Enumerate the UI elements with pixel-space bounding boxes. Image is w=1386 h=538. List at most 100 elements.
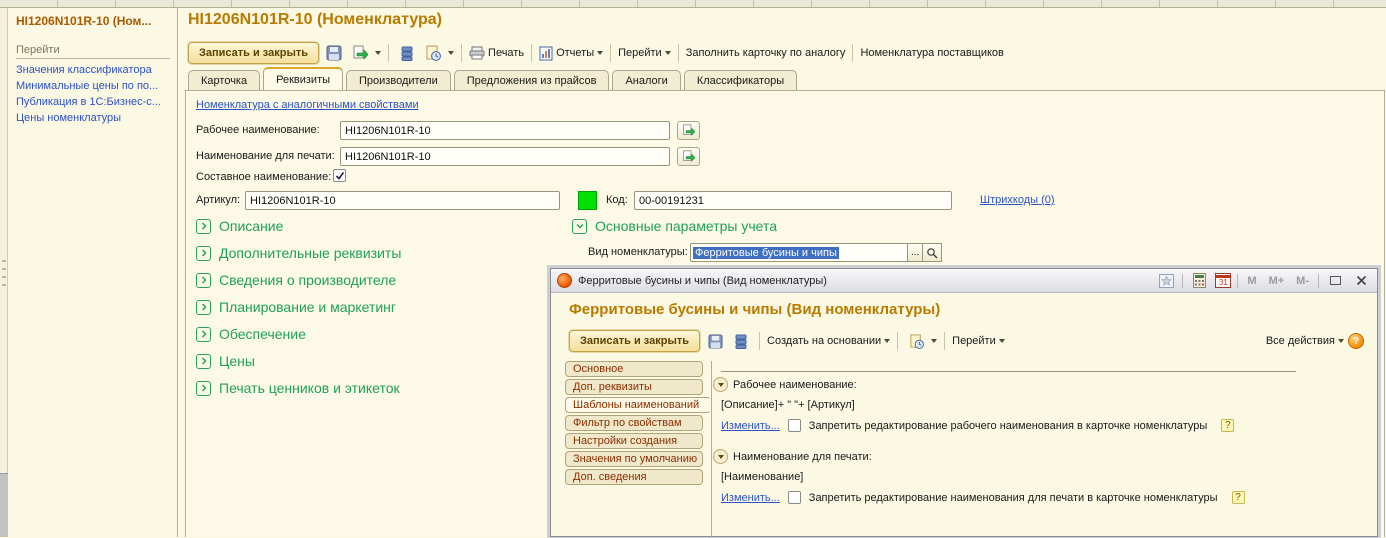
working-name-input[interactable]	[340, 121, 670, 140]
tab-requisites[interactable]: Реквизиты	[263, 67, 343, 90]
save-and-close-button[interactable]: Записать и закрыть	[188, 42, 319, 64]
change-print-name-link[interactable]: Изменить...	[721, 492, 780, 504]
copy-dropdown-caret-icon[interactable]	[375, 51, 381, 55]
close-icon[interactable]	[1351, 272, 1371, 290]
expand-chevron-right-icon[interactable]	[196, 327, 211, 342]
copy-green-icon	[682, 150, 695, 163]
search-icon[interactable]	[923, 243, 942, 262]
create-based-on-button[interactable]: Создать на основании	[767, 335, 890, 347]
list-icon[interactable]	[396, 42, 418, 64]
all-actions-button[interactable]: Все действия	[1266, 335, 1344, 347]
expand-chevron-right-icon[interactable]	[196, 354, 211, 369]
save-icon[interactable]	[704, 330, 726, 352]
expand-chevron-right-icon[interactable]	[196, 300, 211, 315]
report-chart-icon	[539, 46, 553, 61]
calculator-icon[interactable]	[1189, 272, 1209, 290]
working-name-label: Рабочее наименование:	[196, 124, 320, 136]
status-color-swatch	[578, 191, 597, 210]
expand-chevron-right-icon[interactable]	[196, 381, 211, 396]
memory-m-plus-button: M+	[1266, 275, 1288, 287]
composite-name-label: Составное наименование:	[196, 171, 331, 183]
favorites-star-icon[interactable]	[1156, 272, 1176, 290]
collapse-chevron-down-icon[interactable]	[572, 219, 587, 234]
code-input[interactable]	[634, 191, 952, 210]
dialog-tab-creation-settings[interactable]: Настройки создания	[565, 433, 703, 449]
expand-chevron-right-icon[interactable]	[196, 219, 211, 234]
help-badge-icon[interactable]: ?	[1221, 419, 1234, 432]
list-icon[interactable]	[730, 330, 752, 352]
toolbar-separator	[610, 44, 611, 62]
barcodes-link[interactable]: Штрихкоды (0)	[980, 194, 1055, 206]
section-description[interactable]: Описание	[196, 218, 283, 234]
document-history-icon[interactable]	[422, 42, 444, 64]
composite-name-checkbox[interactable]	[333, 169, 346, 182]
sidebar-link-publication[interactable]: Публикация в 1С:Бизнес-с...	[16, 96, 176, 108]
supplier-nomenclature-button[interactable]: Номенклатура поставщиков	[860, 47, 1003, 59]
dialog-tab-property-filter[interactable]: Фильтр по свойствам	[565, 415, 703, 431]
dialog-tab-additional-requisites[interactable]: Доп. реквизиты	[565, 379, 703, 395]
article-input[interactable]	[245, 191, 560, 210]
tab-classifiers[interactable]: Классификаторы	[684, 70, 797, 90]
forbid-print-name-edit-checkbox[interactable]	[788, 491, 801, 504]
collapse-toggle-icon[interactable]	[713, 449, 728, 464]
print-name-formula: [Наименование]	[721, 471, 803, 483]
dialog-tab-additional-info[interactable]: Доп. сведения	[565, 469, 703, 485]
section-supply[interactable]: Обеспечение	[196, 326, 306, 342]
dialog-titlebar[interactable]: Ферритовые бусины и чипы (Вид номенклату…	[551, 269, 1377, 293]
forbid-working-name-edit-checkbox[interactable]	[788, 419, 801, 432]
print-button[interactable]: Печать	[469, 46, 524, 60]
nomenclature-kind-field[interactable]: Ферритовые бусины и чипы ...	[690, 243, 942, 262]
help-badge-icon[interactable]: ?	[1232, 491, 1245, 504]
sidebar-link-classifier-values[interactable]: Значения классификатора	[16, 64, 176, 76]
1c-logo-icon	[557, 273, 572, 288]
dialog-heading: Ферритовые бусины и чипы (Вид номенклату…	[569, 301, 940, 318]
choose-button[interactable]: ...	[908, 243, 923, 262]
save-icon[interactable]	[323, 42, 345, 64]
fill-by-analog-button[interactable]: Заполнить карточку по аналогу	[686, 47, 846, 59]
document-history-caret-icon[interactable]	[931, 339, 937, 343]
section-price-tags-labels[interactable]: Печать ценников и этикеток	[196, 380, 400, 396]
section-additional-requisites[interactable]: Дополнительные реквизиты	[196, 245, 401, 261]
change-working-name-link[interactable]: Изменить...	[721, 420, 780, 432]
splitter-scroll-block	[0, 473, 8, 537]
expand-chevron-right-icon[interactable]	[196, 246, 211, 261]
goto-menu-button[interactable]: Перейти	[618, 47, 671, 59]
expand-chevron-right-icon[interactable]	[196, 273, 211, 288]
print-name-copy-button[interactable]	[677, 147, 700, 166]
maximize-icon[interactable]	[1325, 272, 1345, 290]
sidebar-link-min-prices[interactable]: Минимальные цены по по...	[16, 80, 176, 92]
calendar-icon[interactable]: 31	[1215, 273, 1231, 288]
tab-card[interactable]: Карточка	[188, 70, 260, 90]
tab-manufacturers[interactable]: Производители	[346, 70, 451, 90]
working-name-copy-button[interactable]	[677, 121, 700, 140]
tab-analogs[interactable]: Аналоги	[612, 70, 680, 90]
similar-nomenclature-link[interactable]: Номенклатура с аналогичными свойствами	[196, 99, 419, 111]
document-history-caret-icon[interactable]	[448, 51, 454, 55]
print-name-input[interactable]	[340, 147, 670, 166]
dialog-goto-menu-button[interactable]: Перейти	[952, 335, 1005, 347]
dialog-tab-default-values[interactable]: Значения по умолчанию	[565, 451, 703, 467]
copy-icon[interactable]	[349, 42, 371, 64]
collapse-toggle-icon[interactable]	[713, 377, 728, 392]
section-prices[interactable]: Цены	[196, 353, 255, 369]
memory-m-button: M	[1244, 275, 1259, 287]
memory-m-minus-button: M-	[1293, 275, 1312, 287]
section-manufacturer-info[interactable]: Сведения о производителе	[196, 272, 396, 288]
help-button[interactable]: ?	[1348, 333, 1364, 349]
document-history-icon[interactable]	[905, 330, 927, 352]
dialog-tab-main[interactable]: Основное	[565, 361, 703, 377]
dialog-save-and-close-button[interactable]: Записать и закрыть	[569, 330, 700, 352]
dialog-toolbar: Записать и закрыть Создать на основании …	[569, 329, 1364, 353]
sidebar-link-nomenclature-prices[interactable]: Цены номенклатуры	[16, 112, 176, 124]
section-planning-marketing[interactable]: Планирование и маркетинг	[196, 299, 396, 315]
printer-icon	[469, 46, 485, 60]
window-tab-strip[interactable]	[0, 0, 1386, 8]
main-tabs: Карточка Реквизиты Производители Предлож…	[188, 68, 797, 90]
reports-button[interactable]: Отчеты	[539, 46, 603, 61]
section-accounting-params[interactable]: Основные параметры учета	[572, 218, 777, 234]
sidebar-title: HI1206N101R-10 (Ном...	[16, 14, 172, 28]
reports-caret-icon	[597, 51, 603, 55]
dialog-tab-name-templates[interactable]: Шаблоны наименований	[565, 397, 711, 413]
tab-price-offers[interactable]: Предложения из прайсов	[454, 70, 610, 90]
panel-splitter[interactable]	[0, 8, 8, 537]
